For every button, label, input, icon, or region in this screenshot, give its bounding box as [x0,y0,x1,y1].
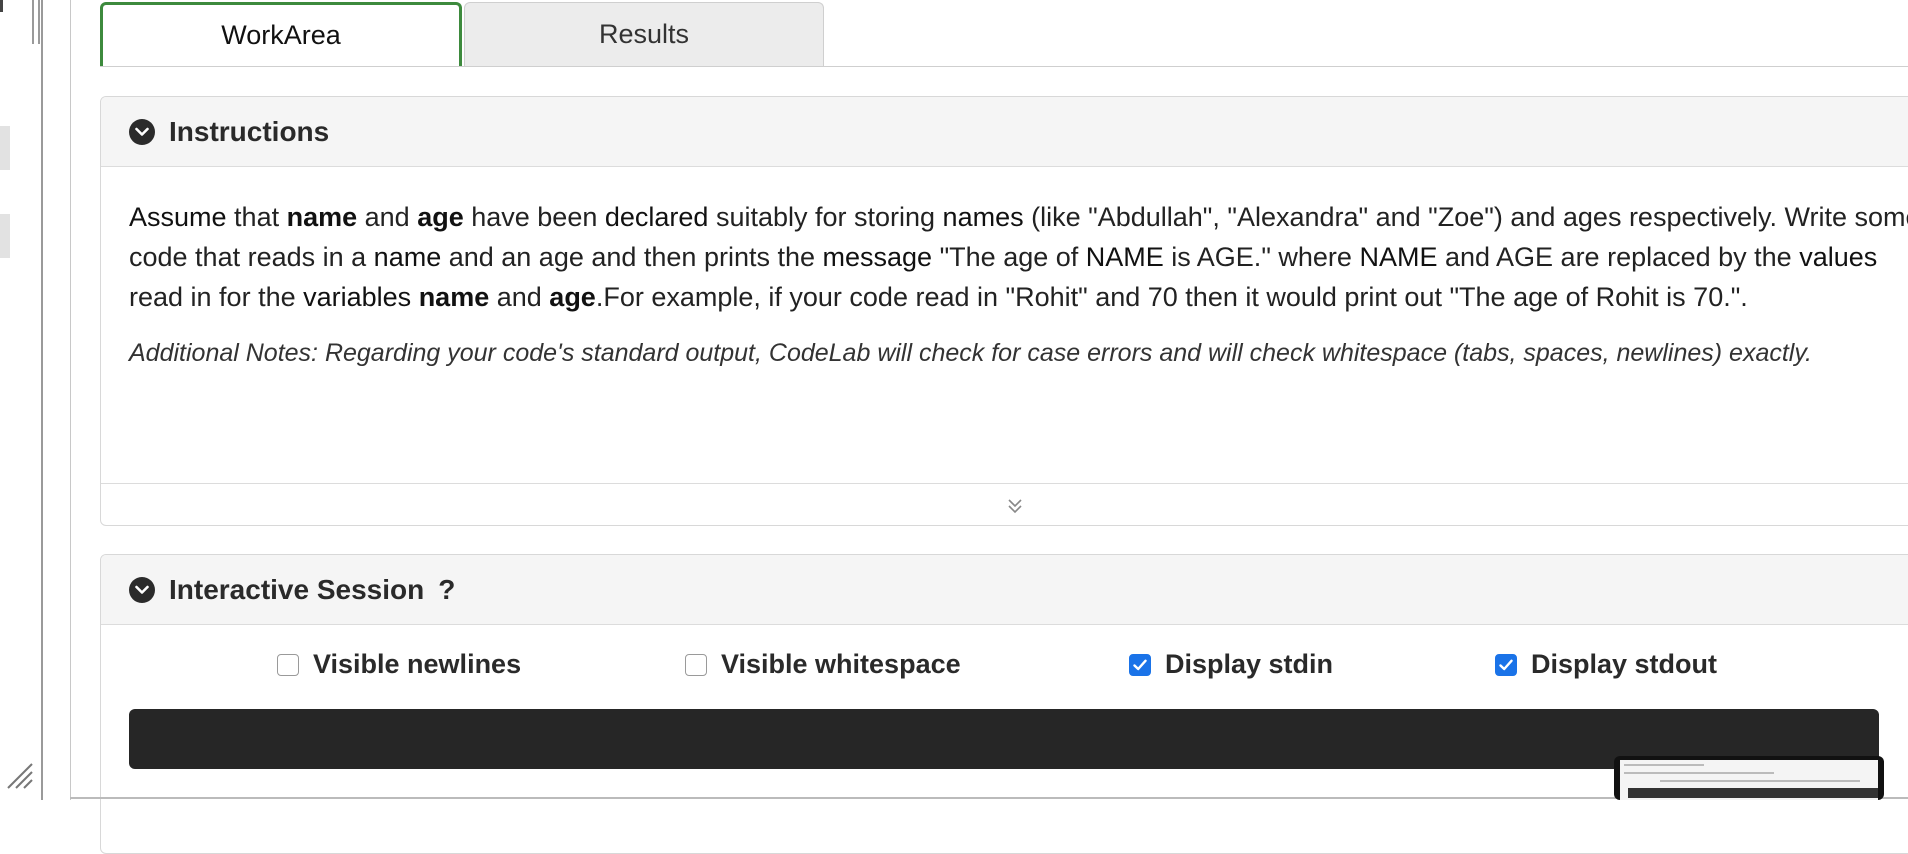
rail-scroll-handle[interactable] [0,214,10,258]
text-run: read in for the [129,282,304,312]
thumbnail-preview [1620,760,1878,800]
tab-label: WorkArea [221,20,341,50]
additional-notes: Additional Notes: Regarding your code's … [129,339,1812,367]
thumbnail-console [1628,788,1878,798]
checkbox[interactable] [685,653,707,676]
checkbox[interactable] [277,653,299,676]
keyword: declared [604,202,709,232]
keyword-bold: age [417,202,464,232]
instructions-body: Assume that name and age have been decla… [101,167,1908,371]
thumbnail-line [1624,764,1704,766]
rail-marker [0,0,3,12]
keyword: values [1799,242,1878,272]
option-label: Visible newlines [313,649,522,679]
tab-baseline [100,66,1908,67]
main-divider [70,0,71,800]
rail-divider [41,0,43,800]
option-label: Visible whitespace [721,649,961,679]
chevron-circle-down-icon [129,118,155,145]
thumbnail-line [1624,772,1774,774]
text-run: and an age and then prints the [441,242,823,272]
text-run: and [357,202,418,232]
keyword: names [942,202,1024,232]
text-run: suitably for storing [708,202,943,232]
instructions-header[interactable]: Instructions [101,97,1908,167]
interactive-session-title: Interactive Session [169,573,425,605]
thumbnail-line [1660,780,1860,782]
instructions-text: Assume that name and age have been decla… [129,197,1908,317]
instructions-title: Instructions [169,115,330,147]
tab-workarea[interactable]: WorkArea [100,2,462,66]
text-run: have been [463,202,605,232]
left-rail [0,0,71,800]
rail-scroll-handle[interactable] [0,126,10,170]
keyword-bold: age [549,282,596,312]
checkbox-checked[interactable] [1129,653,1151,676]
text-run: and [489,282,550,312]
display-stdin-option[interactable]: Display stdin [1129,649,1333,680]
double-chevron-down-icon [1008,499,1022,514]
tab-results[interactable]: Results [464,2,824,66]
interactive-session-header[interactable]: Interactive Session ? [101,555,1908,625]
text-run: that [226,202,287,232]
checkbox-checked[interactable] [1495,653,1517,676]
keyword: message [822,242,933,272]
visible-whitespace-option[interactable]: Visible whitespace [685,649,961,680]
rail-divider [38,0,40,44]
resize-grip-icon[interactable] [6,762,34,790]
checkmark-icon [1499,659,1513,670]
keyword: Assume [129,202,227,232]
keyword: variables [303,282,412,312]
checkmark-icon [1133,659,1147,670]
text-run: "The age of [932,242,1086,272]
keyword-bold: name [418,282,490,312]
keyword: NAME [1359,242,1438,272]
option-label: Display stdin [1165,649,1334,679]
text-run: is AGE." where [1163,242,1360,272]
window-thumbnail[interactable] [1614,756,1884,800]
display-stdout-option[interactable]: Display stdout [1495,649,1717,680]
expand-instructions-button[interactable] [101,483,1908,525]
tab-bar: WorkArea Results [100,2,1908,68]
text-run: .For example, if your code read in "Rohi… [595,282,1748,312]
interactive-session-panel: Interactive Session ? Visible newlines V… [100,554,1908,854]
text-run [411,282,419,312]
instructions-panel: Instructions Assume that name and age ha… [100,96,1908,526]
keyword-bold: name [286,202,358,232]
rail-divider [32,0,34,44]
option-label: Display stdout [1531,649,1718,679]
keyword: NAME [1085,242,1164,272]
visible-newlines-option[interactable]: Visible newlines [277,649,521,680]
chevron-circle-down-icon [129,576,155,603]
display-options: Visible newlines Visible whitespace Disp… [101,625,1908,709]
tab-label: Results [598,19,690,49]
text-run: and AGE are replaced by the [1437,242,1800,272]
keyword: name [373,242,442,272]
help-button[interactable]: ? [438,574,455,606]
